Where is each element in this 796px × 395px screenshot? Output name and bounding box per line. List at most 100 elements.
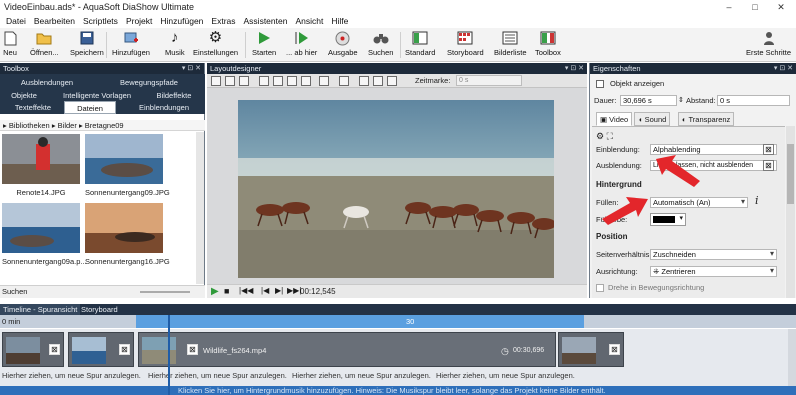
close-icon[interactable]: ✕ [768, 0, 794, 14]
video-preview[interactable] [238, 100, 554, 278]
menu-assistenten[interactable]: Assistenten [240, 16, 292, 26]
new-button[interactable]: Neu [2, 30, 18, 60]
tab-texteffekte[interactable]: Texteffekte [4, 101, 62, 114]
grid-icon[interactable] [319, 76, 329, 86]
pan-zoom-icon[interactable]: ⊠ [49, 344, 60, 355]
pin-icon[interactable]: ▾ ⊡ ✕ [182, 63, 201, 74]
add-object-icon[interactable] [359, 76, 369, 86]
stop-icon[interactable]: ■ [224, 286, 229, 296]
breadcrumb-item[interactable]: Bibliotheken [9, 121, 50, 130]
timeline-clip[interactable]: ⊠ [558, 332, 624, 367]
timeline-scrollbar[interactable] [788, 329, 796, 386]
tab-transparenz[interactable]: ◐ Transparenz [678, 112, 735, 126]
play-from-here-icon [294, 30, 310, 46]
select-tool-icon[interactable] [211, 76, 221, 86]
fill-select[interactable]: Automatisch (An) [650, 197, 748, 208]
tab-video[interactable]: ▣ Video [596, 112, 633, 126]
toolbar-separator [245, 32, 246, 58]
output-button[interactable]: Ausgabe [328, 30, 358, 60]
menu-projekt[interactable]: Projekt [122, 16, 156, 26]
tab-dateien[interactable]: Dateien [64, 101, 116, 114]
menu-hilfe[interactable]: Hilfe [327, 16, 352, 26]
tab-timeline[interactable]: Timeline - Spuransicht [0, 304, 81, 315]
music-track[interactable]: Klicken Sie hier, um Hintergrundmusik hi… [0, 386, 796, 395]
music-button[interactable]: ♪ Musik [165, 30, 185, 60]
skip-back-icon[interactable]: |◀◀ [239, 286, 253, 295]
drop-hint[interactable]: Hierher ziehen, um neue Spur anzulegen. [2, 371, 141, 380]
alignment-select[interactable]: ⁜ Zentrieren [650, 266, 777, 277]
tab-storyboard[interactable]: Storyboard [78, 304, 121, 315]
spacing-input[interactable]: 0 s [717, 95, 790, 106]
standard-view-button[interactable]: Standard [405, 30, 435, 60]
fill-color-picker[interactable]: ▾ [650, 213, 686, 226]
tab-bewegungspfade[interactable]: Bewegungspfade [100, 76, 198, 89]
menu-ansicht[interactable]: Ansicht [291, 16, 327, 26]
toolbox-view-button[interactable]: Toolbox [535, 30, 561, 60]
start-button[interactable]: Starten [252, 30, 276, 60]
storyboard-icon [457, 30, 473, 46]
crop-tool-icon[interactable] [239, 76, 249, 86]
search-button[interactable]: Suchen [368, 30, 393, 60]
step-forward-icon[interactable]: ▶| [275, 286, 283, 295]
aspect-ratio-select[interactable]: Zuschneiden [650, 249, 777, 260]
zoom-in-icon[interactable] [259, 76, 269, 86]
file-thumbnail[interactable]: Sonnenuntergang16.JPG [85, 203, 170, 266]
play-from-here-button[interactable]: ... ab hier [286, 30, 317, 60]
timeline-clip[interactable]: ⊠ [68, 332, 134, 367]
settings-button[interactable]: ⚙ Einstellungen [193, 30, 238, 60]
breadcrumb-item[interactable]: Bilder [58, 121, 77, 130]
pin-icon[interactable]: ▾ ⊡ ✕ [565, 63, 584, 74]
breadcrumb-item[interactable]: Bretagne09 [85, 121, 124, 130]
tab-sound[interactable]: ◖ Sound [634, 112, 671, 126]
storyboard-view-button[interactable]: Storyboard [447, 30, 484, 60]
duration-spin-icon[interactable]: ⇕ [678, 96, 684, 104]
step-back-icon[interactable]: |◀ [261, 286, 269, 295]
pan-zoom-icon[interactable]: ⊠ [119, 344, 130, 355]
pan-zoom-icon[interactable]: ⊠ [609, 344, 620, 355]
show-object-checkbox[interactable] [596, 80, 604, 88]
video-clip[interactable]: ⊠ Wildlife_fs264.mp4 ◷ 00:30,696 [138, 332, 556, 367]
menu-bearbeiten[interactable]: Bearbeiten [30, 16, 79, 26]
minimize-icon[interactable]: – [716, 0, 742, 14]
properties-scrollbar[interactable] [786, 126, 795, 298]
fade-in-settings-icon[interactable]: ⊠ [763, 144, 774, 155]
remove-object-icon[interactable] [373, 76, 383, 86]
image-list-view-button[interactable]: Bilderliste [494, 30, 527, 60]
timeline-ruler[interactable]: 0 min 30 [0, 315, 796, 328]
menu-extras[interactable]: Extras [207, 16, 239, 26]
pin-icon[interactable]: ▾ ⊡ ✕ [774, 63, 793, 74]
menu-hinzufuegen[interactable]: Hinzufügen [156, 16, 207, 26]
grid-tool-icon[interactable] [225, 76, 235, 86]
tab-einblendungen[interactable]: Einblendungen [128, 101, 200, 114]
info-icon[interactable]: i [755, 194, 759, 207]
fade-out-settings-icon[interactable]: ⊠ [763, 160, 774, 171]
first-steps-button[interactable]: Erste Schritte [746, 30, 791, 60]
add-button[interactable]: Hinzufügen [112, 30, 150, 60]
frame-icon[interactable] [387, 76, 397, 86]
zoom-fit-icon[interactable] [287, 76, 297, 86]
save-button[interactable]: Speichern [70, 30, 104, 60]
tab-ausblendungen[interactable]: Ausblendungen [4, 76, 90, 89]
align-icon[interactable] [339, 76, 349, 86]
play-icon[interactable]: ▶ [211, 286, 219, 297]
rotate-checkbox[interactable] [596, 284, 604, 292]
drop-hint[interactable]: Hierher ziehen, um neue Spur anzulegen. [292, 371, 431, 380]
playhead[interactable] [168, 315, 170, 395]
file-thumbnail[interactable]: Sonnenuntergang09.JPG [85, 134, 170, 197]
duration-input[interactable]: 30,696 s [620, 95, 677, 106]
zoom-out-icon[interactable] [273, 76, 283, 86]
menu-datei[interactable]: Datei [2, 16, 30, 26]
file-thumbnail[interactable]: Sonnenuntergang09a.p... [2, 203, 87, 266]
zoom-slider[interactable] [140, 291, 190, 293]
open-button[interactable]: Öffnen... [30, 30, 59, 60]
time-marker-input[interactable]: 0 s [456, 75, 522, 86]
drop-hint[interactable]: Hierher ziehen, um neue Spur anzulegen. [436, 371, 575, 380]
menu-scriptlets[interactable]: Scriptlets [79, 16, 122, 26]
toolbox-scrollbar[interactable] [196, 132, 204, 284]
file-thumbnail[interactable]: Renote14.JPG [2, 134, 80, 197]
maximize-icon[interactable]: □ [742, 0, 768, 14]
timeline-clip[interactable]: ⊠ [2, 332, 64, 367]
pan-zoom-icon[interactable]: ⊠ [187, 344, 198, 355]
scrollbar-thumb[interactable] [787, 144, 794, 204]
zoom-100-icon[interactable] [301, 76, 311, 86]
